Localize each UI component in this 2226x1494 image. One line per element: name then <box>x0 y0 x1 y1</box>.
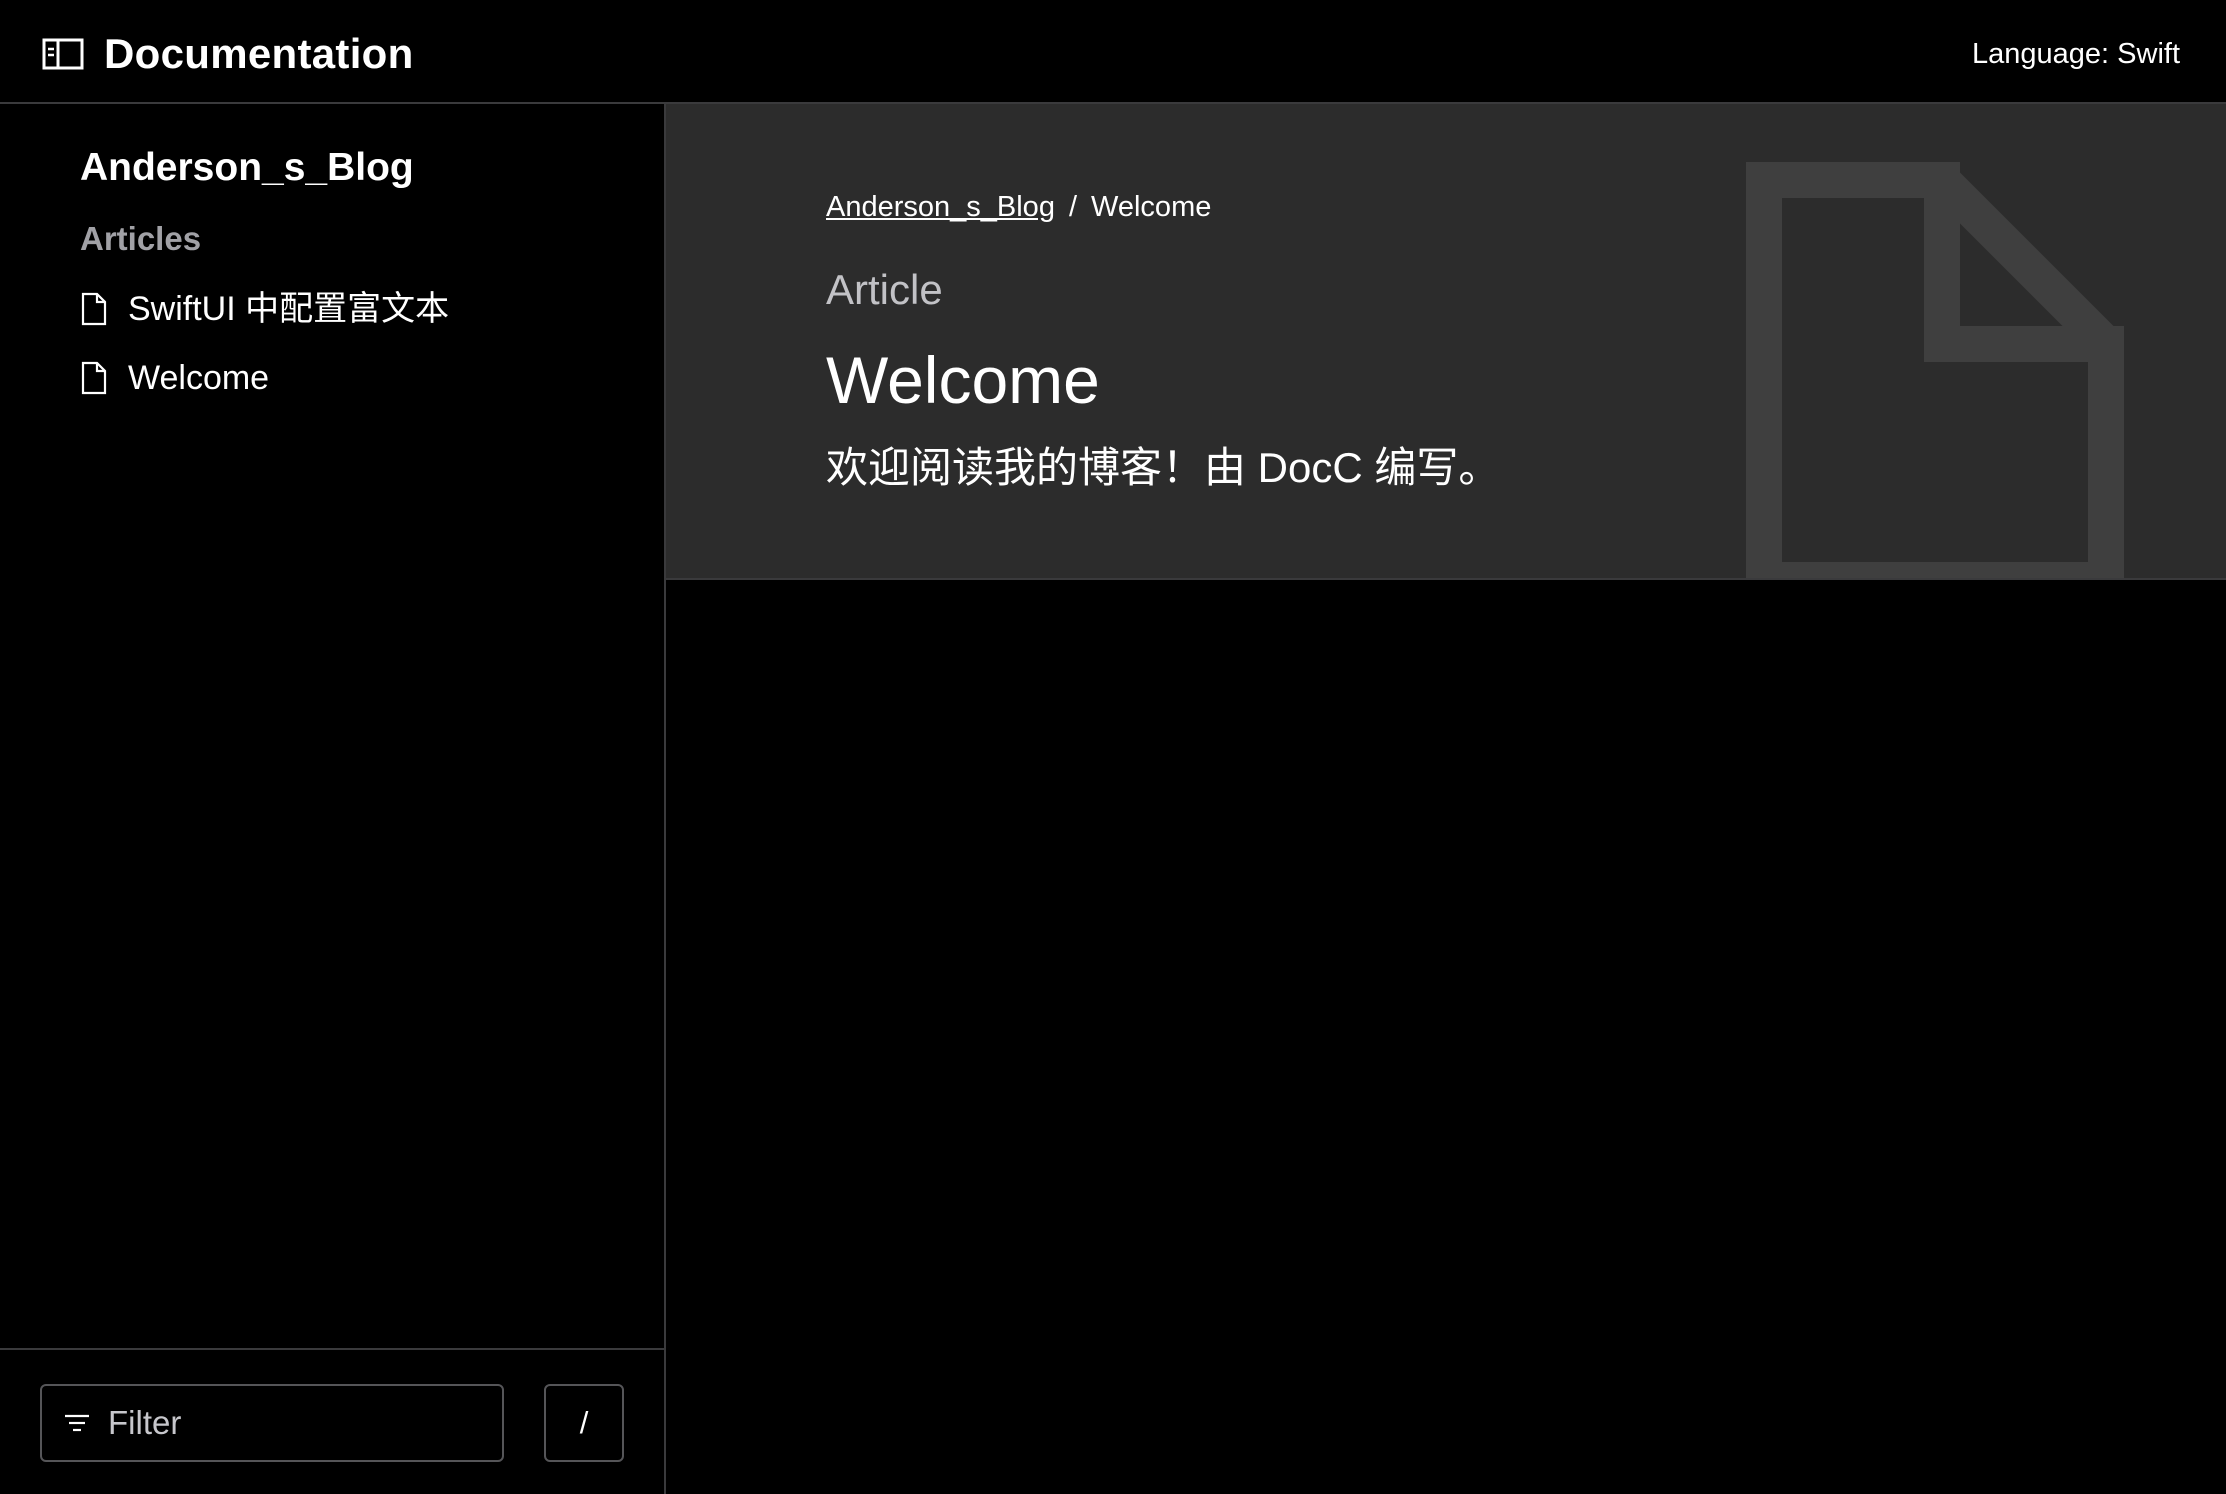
filter-icon <box>64 1412 90 1434</box>
main-content: Anderson_s_Blog / Welcome Article Welcom… <box>666 104 2226 1494</box>
documentation-title[interactable]: Documentation <box>104 28 414 80</box>
sidebar-item-label: Welcome <box>128 359 270 397</box>
language-selector[interactable]: Language: Swift <box>1972 36 2180 72</box>
sidebar-item-label: SwiftUI 中配置富文本 <box>128 290 450 328</box>
filter-input[interactable] <box>108 1404 468 1442</box>
article-icon <box>80 292 108 326</box>
article-icon <box>80 361 108 395</box>
sidebar: Anderson_s_Blog Articles SwiftUI 中配置富文本 … <box>0 104 666 1494</box>
breadcrumb-link-parent[interactable]: Anderson_s_Blog <box>826 188 1055 226</box>
sidebar-toggle-icon[interactable] <box>42 38 84 70</box>
top-navigation-bar: Documentation Language: Swift <box>0 0 2226 104</box>
section-heading-articles: Articles <box>80 220 202 257</box>
breadcrumb-current: Welcome <box>1091 191 1212 223</box>
sidebar-item-swiftui-rich-text[interactable]: SwiftUI 中配置富文本 <box>80 281 449 337</box>
technology-title[interactable]: Anderson_s_Blog <box>80 144 414 192</box>
article-icon <box>1746 162 2124 578</box>
page-title: Welcome <box>826 343 1100 417</box>
filter-shortcut-key: / <box>544 1384 624 1462</box>
sidebar-footer: / <box>0 1348 664 1494</box>
breadcrumb-separator: / <box>1068 191 1078 223</box>
filter-field[interactable] <box>40 1384 504 1462</box>
sidebar-item-welcome[interactable]: Welcome <box>80 350 269 406</box>
page-abstract: 欢迎阅读我的博客！由 DocC 编写。 <box>826 444 1501 491</box>
breadcrumb: Anderson_s_Blog / Welcome <box>826 188 1211 226</box>
article-hero: Anderson_s_Blog / Welcome Article Welcom… <box>666 104 2226 580</box>
page-eyebrow: Article <box>826 266 943 313</box>
